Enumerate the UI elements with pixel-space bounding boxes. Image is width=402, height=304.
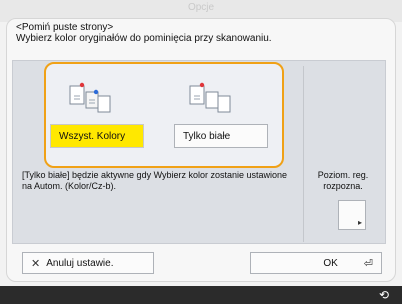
option-white-only-button[interactable]: Tylko białe: [174, 124, 268, 148]
color-pages-icon: [68, 80, 112, 116]
ok-button[interactable]: OK ⏎: [250, 252, 382, 274]
cancel-settings-button[interactable]: ✕ Anuluj ustawie.: [22, 252, 154, 274]
status-bar: ⟲: [0, 286, 402, 304]
enter-icon: ⏎: [363, 257, 373, 270]
dialog-header: <Pomiń puste strony> Wybierz kolor orygi…: [16, 22, 386, 44]
white-pages-icon: [188, 80, 232, 116]
dialog-instruction: Wybierz kolor oryginałów do pominięcia p…: [16, 33, 272, 44]
status-icon: ⟲: [378, 288, 390, 302]
option-white-only-label: Tylko białe: [183, 130, 231, 142]
dialog-heading: <Pomiń puste strony>: [16, 22, 114, 33]
ok-label: OK: [323, 257, 338, 269]
recognition-level-button[interactable]: ▸: [338, 200, 366, 230]
recognition-level-label: Poziom. reg. rozpozna.: [317, 170, 369, 191]
adjust-icon: ▸: [357, 218, 362, 227]
panel-divider: [303, 66, 304, 242]
close-icon: ✕: [31, 257, 41, 270]
window-title: Opcje: [187, 2, 215, 13]
option-all-colors-button[interactable]: Wszyst. Kolory: [50, 124, 144, 148]
option-all-colors-label: Wszyst. Kolory: [59, 130, 126, 142]
info-note: [Tylko białe] będzie aktywne gdy Wybierz…: [22, 170, 288, 191]
cancel-settings-label: Anuluj ustawie.: [46, 257, 114, 269]
